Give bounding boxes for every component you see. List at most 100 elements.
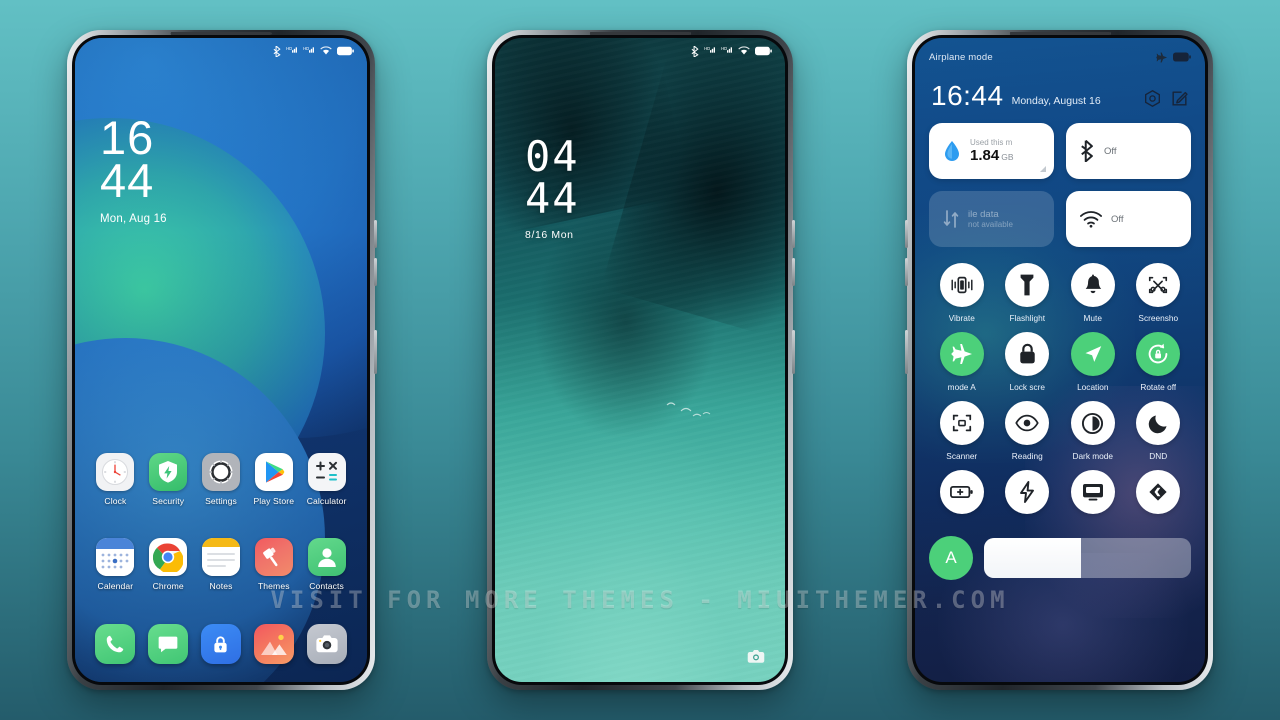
signal-sim1-icon: HD bbox=[704, 46, 715, 53]
lock-clock: 04 44 8/16 Mon bbox=[525, 132, 580, 242]
toggle-flashlight[interactable]: Flashlight bbox=[995, 263, 1061, 323]
rotate-lock-icon bbox=[1148, 343, 1168, 364]
app-clock[interactable]: Clock bbox=[89, 453, 142, 506]
auto-brightness-label: A bbox=[945, 548, 957, 567]
phone2-screen[interactable]: HD HD 04 44 8/16 Mon bbox=[495, 38, 785, 682]
toggle-lock-screen[interactable]: Lock scre bbox=[995, 332, 1061, 392]
phone1-screen[interactable]: HD HD 16 44 Mon, Aug 16 Clock Security S… bbox=[75, 38, 367, 682]
clock-minutes: 44 bbox=[100, 154, 155, 208]
toggle-dnd[interactable]: DND bbox=[1126, 401, 1192, 461]
cast-screen-icon bbox=[1082, 484, 1103, 501]
phone2-status-bar: HD HD bbox=[495, 38, 785, 64]
settings-hex-icon[interactable] bbox=[1143, 89, 1162, 108]
toggle-screenshot[interactable]: Screensho bbox=[1126, 263, 1192, 323]
toggle-turbo[interactable] bbox=[995, 470, 1061, 520]
resize-corner-icon[interactable] bbox=[1040, 166, 1046, 172]
toggle-label: mode A bbox=[947, 382, 976, 392]
camera-shortcut-button[interactable] bbox=[745, 646, 767, 666]
toggle-second-space[interactable] bbox=[1126, 470, 1192, 520]
toggle-cast[interactable] bbox=[1060, 470, 1126, 520]
bolt-icon bbox=[1020, 481, 1035, 503]
volume-up-button[interactable] bbox=[374, 220, 377, 248]
phone3-status-bar: Airplane mode bbox=[929, 38, 1191, 68]
wifi-icon bbox=[738, 46, 750, 55]
app-chrome[interactable]: Chrome bbox=[142, 538, 195, 591]
mobile-data-tile[interactable]: ile data not available bbox=[929, 191, 1054, 247]
app-calculator[interactable]: Calculator bbox=[300, 453, 353, 506]
vibrate-icon bbox=[951, 276, 973, 294]
camera-icon[interactable] bbox=[306, 624, 347, 664]
gallery-icon[interactable] bbox=[253, 624, 294, 664]
power-button[interactable] bbox=[374, 330, 377, 374]
app-settings[interactable]: Settings bbox=[195, 453, 248, 506]
toggle-label: Reading bbox=[1011, 451, 1043, 461]
data-usage-tile[interactable]: Used this m 1.84 GB bbox=[929, 123, 1054, 179]
cc-time: 16:44 bbox=[931, 80, 1004, 111]
toggle-reading-mode[interactable]: Reading bbox=[995, 401, 1061, 461]
toggle-location[interactable]: Location bbox=[1060, 332, 1126, 392]
svg-text:HD: HD bbox=[303, 46, 309, 51]
app-grid-row-1: Clock Security Settings Play Store Calcu… bbox=[89, 453, 353, 506]
volume-down-button[interactable] bbox=[374, 258, 377, 286]
battery-saver-icon bbox=[949, 485, 973, 499]
clock-hours: 04 bbox=[525, 132, 580, 181]
location-arrow-icon bbox=[1085, 346, 1101, 362]
volume-up-button[interactable] bbox=[792, 220, 795, 248]
volume-up-button[interactable] bbox=[905, 220, 908, 248]
phone3-screen[interactable]: Airplane mode 16:44 Monday, August 16 Us… bbox=[915, 38, 1205, 682]
airplane-icon bbox=[950, 344, 972, 364]
toggle-label: Flashlight bbox=[1009, 313, 1045, 323]
phone2-bezel: HD HD 04 44 8/16 Mon bbox=[492, 32, 788, 685]
toggle-airplane-mode[interactable]: mode A bbox=[929, 332, 995, 392]
toggle-rotate-off[interactable]: Rotate off bbox=[1126, 332, 1192, 392]
power-button[interactable] bbox=[792, 330, 795, 374]
auto-brightness-button[interactable]: A bbox=[929, 536, 973, 580]
phone-dialer-icon[interactable] bbox=[95, 624, 136, 664]
wifi-state-label: Off bbox=[1111, 213, 1124, 225]
toggle-dark-mode[interactable]: Dark mode bbox=[1060, 401, 1126, 461]
battery-icon bbox=[337, 46, 354, 56]
data-usage-unit: GB bbox=[1001, 152, 1014, 162]
moon-icon bbox=[1148, 414, 1167, 433]
phone-lock-screen: HD HD 04 44 8/16 Mon bbox=[487, 30, 795, 690]
padlock-icon bbox=[1020, 343, 1035, 364]
phone3-bezel: Airplane mode 16:44 Monday, August 16 Us… bbox=[912, 32, 1208, 685]
volume-down-button[interactable] bbox=[905, 258, 908, 286]
toggle-label: Dark mode bbox=[1072, 451, 1114, 461]
wifi-icon bbox=[320, 46, 332, 55]
svg-text:HD: HD bbox=[704, 46, 710, 51]
lock-icon[interactable] bbox=[200, 624, 241, 664]
earpiece-grille-icon bbox=[170, 32, 272, 35]
edit-icon[interactable] bbox=[1170, 89, 1189, 108]
app-themes[interactable]: Themes bbox=[247, 538, 300, 591]
wifi-tile[interactable]: Off bbox=[1066, 191, 1191, 247]
toggle-mute[interactable]: Mute bbox=[1060, 263, 1126, 323]
toggle-vibrate[interactable]: Vibrate bbox=[929, 263, 995, 323]
bluetooth-icon bbox=[273, 45, 281, 57]
app-notes[interactable]: Notes bbox=[195, 538, 248, 591]
earpiece-grille-icon bbox=[589, 32, 691, 35]
battery-icon bbox=[755, 46, 772, 56]
toggle-label: Lock scre bbox=[1009, 382, 1045, 392]
clock-minutes: 44 bbox=[525, 174, 580, 223]
earpiece-grille-icon bbox=[1009, 32, 1111, 35]
app-play-store[interactable]: Play Store bbox=[247, 453, 300, 506]
toggle-scanner[interactable]: Scanner bbox=[929, 401, 995, 461]
app-calendar[interactable]: Calendar bbox=[89, 538, 142, 591]
bluetooth-tile[interactable]: Off bbox=[1066, 123, 1191, 179]
chrome-icon bbox=[149, 538, 188, 576]
mobile-data-line1: ile data bbox=[968, 209, 999, 220]
app-label: Themes bbox=[257, 581, 290, 591]
toggle-battery-saver[interactable] bbox=[929, 470, 995, 520]
bluetooth-state-label: Off bbox=[1104, 145, 1117, 157]
app-security[interactable]: Security bbox=[142, 453, 195, 506]
power-button[interactable] bbox=[905, 330, 908, 374]
brightness-row: A bbox=[929, 536, 1191, 580]
volume-down-button[interactable] bbox=[792, 258, 795, 286]
app-contacts[interactable]: Contacts bbox=[300, 538, 353, 591]
brightness-slider[interactable] bbox=[984, 538, 1191, 578]
home-dock bbox=[89, 624, 353, 664]
messages-icon[interactable] bbox=[148, 624, 189, 664]
calendar-icon bbox=[96, 538, 135, 576]
notes-icon bbox=[201, 538, 240, 576]
